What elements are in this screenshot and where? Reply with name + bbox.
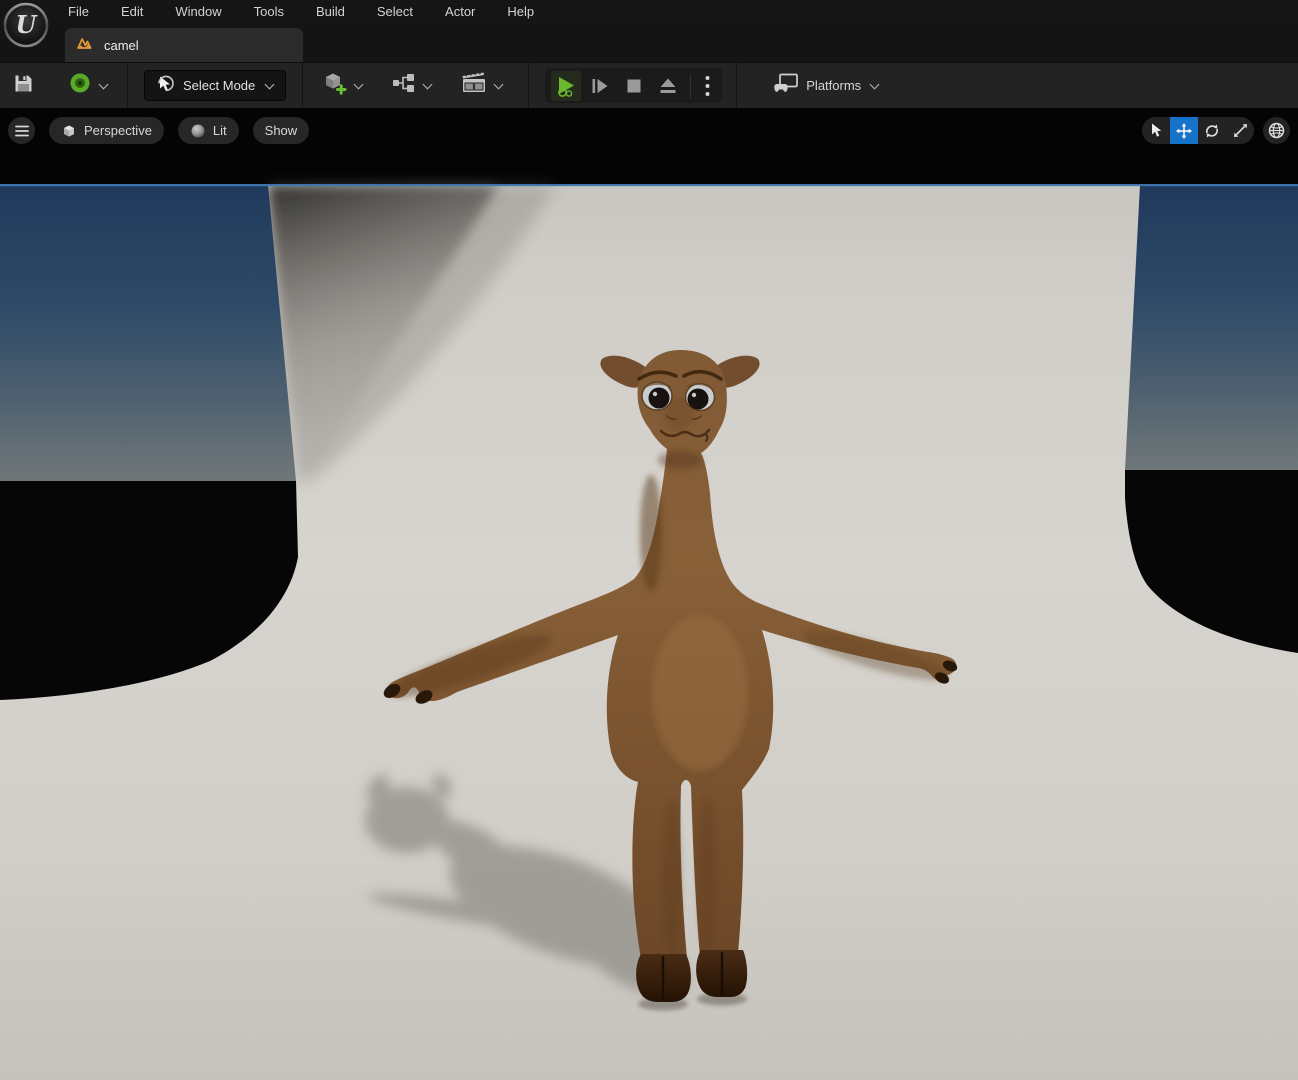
hamburger-menu-icon <box>14 125 29 136</box>
select-tool-button[interactable] <box>1142 117 1170 144</box>
scale-tool-button[interactable] <box>1226 117 1254 144</box>
blueprints-node-icon <box>392 72 416 99</box>
leg-shading-right <box>698 798 716 954</box>
revision-control-status-icon <box>68 71 92 100</box>
menu-item-build[interactable]: Build <box>300 0 361 24</box>
lit-sphere-icon <box>191 124 205 137</box>
toolbar-divider <box>736 62 738 109</box>
unreal-engine-logo[interactable]: U <box>3 2 49 48</box>
tab-label: camel <box>104 37 139 53</box>
chevron-down-icon <box>869 79 880 89</box>
play-button[interactable] <box>551 70 582 101</box>
move-arrows-icon <box>1176 122 1192 139</box>
chevron-down-icon <box>422 79 433 89</box>
chevron-down-icon <box>264 79 275 89</box>
tab-bar: camel <box>0 24 1298 62</box>
play-options-kebab-menu[interactable] <box>698 71 716 101</box>
main-toolbar: Select Mode Platforms <box>0 62 1298 109</box>
play-group-divider <box>690 73 692 98</box>
belly-highlight <box>652 615 748 771</box>
chevron-down-icon <box>493 79 504 89</box>
stop-button[interactable] <box>619 71 649 101</box>
chevron-down-icon <box>98 79 109 89</box>
eject-button[interactable] <box>653 71 683 101</box>
menu-bar: File Edit Window Tools Build Select Acto… <box>0 0 1298 24</box>
sky-left <box>0 185 296 481</box>
select-mode-label: Select Mode <box>183 78 256 93</box>
toolbar-divider <box>302 62 304 109</box>
select-mode-dropdown[interactable]: Select Mode <box>144 70 287 101</box>
platforms-dropdown[interactable]: Platforms <box>767 73 884 98</box>
add-actor-button[interactable] <box>315 66 368 105</box>
unreal-editor-window: U File Edit Window Tools Build Select Ac… <box>0 0 1298 1080</box>
leg-shading-left <box>663 800 681 956</box>
toolbar-divider <box>127 62 128 109</box>
scale-arrows-icon <box>1233 124 1247 137</box>
transform-tool-group <box>1142 117 1254 144</box>
scene-top-edge-line <box>0 184 1298 187</box>
rotate-tool-button[interactable] <box>1198 117 1226 144</box>
platforms-device-icon <box>773 73 799 98</box>
show-label: Show <box>264 123 298 138</box>
platforms-label: Platforms <box>806 78 862 93</box>
cursor-icon <box>157 75 175 96</box>
chevron-down-icon <box>353 79 364 89</box>
viewport-3d[interactable]: Perspective Lit Show <box>0 108 1298 1080</box>
viewport-toolbar: Perspective Lit Show <box>8 117 1290 144</box>
sky-right <box>1125 185 1298 470</box>
save-disk-icon <box>13 73 34 99</box>
show-dropdown[interactable]: Show <box>252 117 310 144</box>
cinematics-clapperboard-icon <box>461 70 487 100</box>
viewport-options-menu[interactable] <box>8 117 35 144</box>
menu-item-actor[interactable]: Actor <box>429 0 491 24</box>
toolbar-divider <box>528 62 530 109</box>
play-controls <box>545 68 723 103</box>
save-button[interactable] <box>7 69 40 103</box>
blueprints-button[interactable] <box>386 68 437 103</box>
perspective-cube-icon <box>64 125 74 136</box>
add-actor-cube-icon <box>321 70 347 101</box>
source-control-button[interactable] <box>62 67 113 104</box>
perspective-dropdown[interactable]: Perspective <box>49 117 164 144</box>
tab-camel[interactable]: camel <box>65 28 303 62</box>
menu-item-help[interactable]: Help <box>491 0 550 24</box>
perspective-label: Perspective <box>84 123 152 138</box>
move-tool-button[interactable] <box>1170 117 1198 144</box>
frame-skip-button[interactable] <box>585 71 615 101</box>
cinematics-button[interactable] <box>455 67 508 104</box>
level-tab-icon <box>77 36 94 55</box>
menu-item-edit[interactable]: Edit <box>105 0 159 24</box>
svg-text:U: U <box>16 10 39 39</box>
world-space-toggle[interactable] <box>1263 117 1290 144</box>
jaw-shadow <box>658 451 702 469</box>
menu-item-tools[interactable]: Tools <box>238 0 300 24</box>
select-cursor-icon <box>1151 123 1161 137</box>
menu-item-file[interactable]: File <box>66 0 105 24</box>
lit-dropdown[interactable]: Lit <box>177 117 239 144</box>
menu-item-select[interactable]: Select <box>361 0 429 24</box>
lit-label: Lit <box>212 123 227 138</box>
neck-shadow <box>640 475 662 591</box>
globe-icon <box>1268 122 1285 139</box>
viewport-canvas[interactable] <box>0 108 1298 1080</box>
rotate-arrows-icon <box>1205 124 1219 137</box>
menu-item-window[interactable]: Window <box>159 0 237 24</box>
